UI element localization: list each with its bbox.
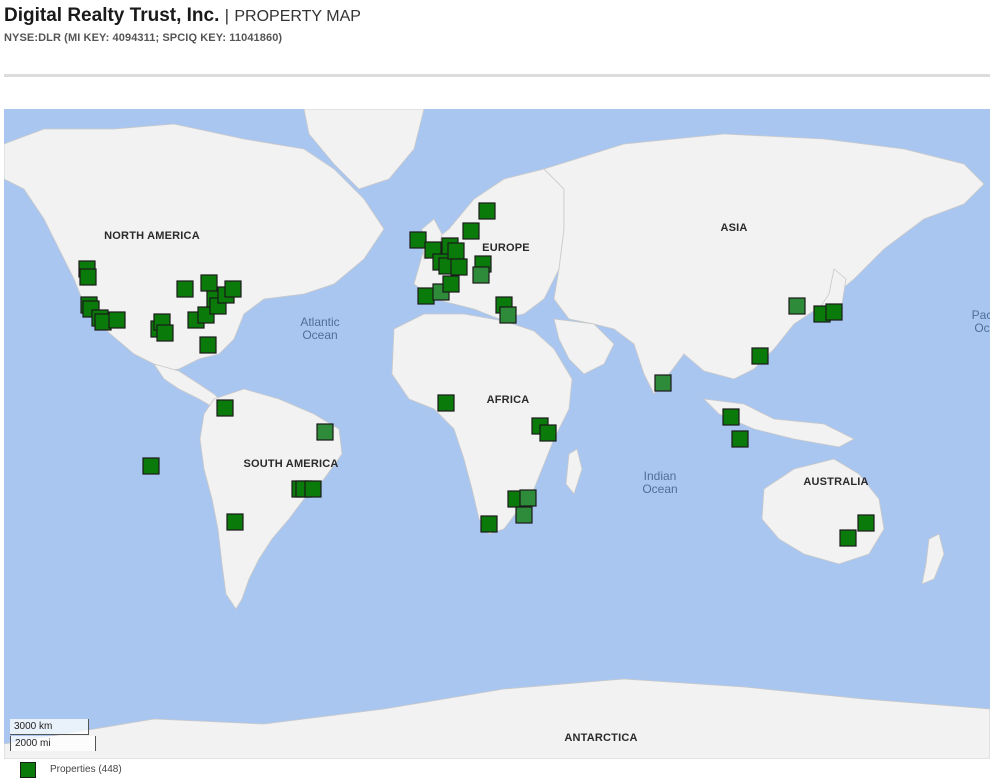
label-north-america: NORTH AMERICA (104, 230, 200, 242)
title-line: Digital Realty Trust, Inc. | PROPERTY MA… (4, 4, 361, 29)
property-marker[interactable] (519, 489, 537, 507)
property-marker[interactable] (156, 324, 174, 342)
property-marker[interactable] (480, 515, 498, 533)
property-marker[interactable] (304, 480, 322, 498)
property-marker[interactable] (417, 287, 435, 305)
label-south-america: SOUTH AMERICA (243, 458, 339, 470)
landmass-south-america (199, 388, 343, 610)
label-asia: ASIA (720, 222, 748, 234)
landmass-madagascar (565, 448, 583, 495)
property-marker[interactable] (108, 311, 126, 329)
property-marker[interactable] (450, 258, 468, 276)
label-antarctica: ANTARCTICA (564, 732, 638, 744)
property-marker[interactable] (751, 347, 769, 365)
property-marker[interactable] (731, 430, 749, 448)
property-marker[interactable] (224, 280, 242, 298)
property-marker[interactable] (200, 274, 218, 292)
property-marker[interactable] (176, 280, 194, 298)
ticker-keys: NYSE:DLR (MI KEY: 4094311; SPCIQ KEY: 11… (4, 32, 283, 44)
property-marker[interactable] (839, 529, 857, 547)
property-marker[interactable] (472, 266, 490, 284)
property-marker[interactable] (142, 457, 160, 475)
world-map[interactable]: NORTH AMERICA SOUTH AMERICA EUROPE AFRIC… (4, 109, 990, 759)
label-atlantic-ocean: Atlantic Ocean (300, 316, 339, 342)
title-separator: | (224, 6, 230, 25)
property-marker[interactable] (478, 202, 496, 220)
indian-line2: Ocean (642, 482, 678, 496)
label-indian-ocean: Indian Ocean (642, 470, 677, 496)
property-marker[interactable] (316, 423, 334, 441)
pacific-line2: Oc (974, 321, 990, 335)
property-marker[interactable] (654, 374, 672, 392)
property-marker[interactable] (499, 306, 517, 324)
property-marker[interactable] (857, 514, 875, 532)
label-europe: EUROPE (482, 242, 530, 254)
property-marker[interactable] (788, 297, 806, 315)
legend-label: Properties (448) (50, 764, 122, 775)
label-pacific-ocean: Pac Oc (972, 309, 990, 335)
property-marker[interactable] (515, 506, 533, 524)
label-australia: AUSTRALIA (803, 476, 869, 488)
property-marker[interactable] (437, 394, 455, 412)
property-marker[interactable] (409, 231, 427, 249)
page-header: Digital Realty Trust, Inc. | PROPERTY MA… (4, 4, 361, 44)
property-marker[interactable] (825, 303, 843, 321)
property-marker[interactable] (539, 424, 557, 442)
company-name: Digital Realty Trust, Inc. (4, 5, 220, 26)
property-marker[interactable] (199, 336, 217, 354)
page-subtitle: PROPERTY MAP (234, 8, 361, 25)
property-marker[interactable] (447, 242, 465, 260)
property-marker[interactable] (462, 222, 480, 240)
landmass-new-zealand (921, 533, 945, 585)
map-scale: 3000 km 2000 mi (10, 719, 96, 751)
legend-swatch (20, 762, 36, 778)
property-marker[interactable] (722, 408, 740, 426)
atlantic-line2: Ocean (302, 328, 338, 342)
property-marker[interactable] (79, 268, 97, 286)
landmass-australia (761, 458, 885, 565)
label-africa: AFRICA (486, 394, 530, 406)
property-marker[interactable] (216, 399, 234, 417)
property-marker[interactable] (442, 275, 460, 293)
header-divider (4, 74, 990, 77)
scale-mi: 2000 mi (10, 736, 96, 751)
property-marker[interactable] (226, 513, 244, 531)
landmass-antarctica (4, 678, 990, 759)
scale-km: 3000 km (10, 719, 89, 735)
landmasses (4, 109, 990, 759)
map-canvas (4, 109, 990, 759)
